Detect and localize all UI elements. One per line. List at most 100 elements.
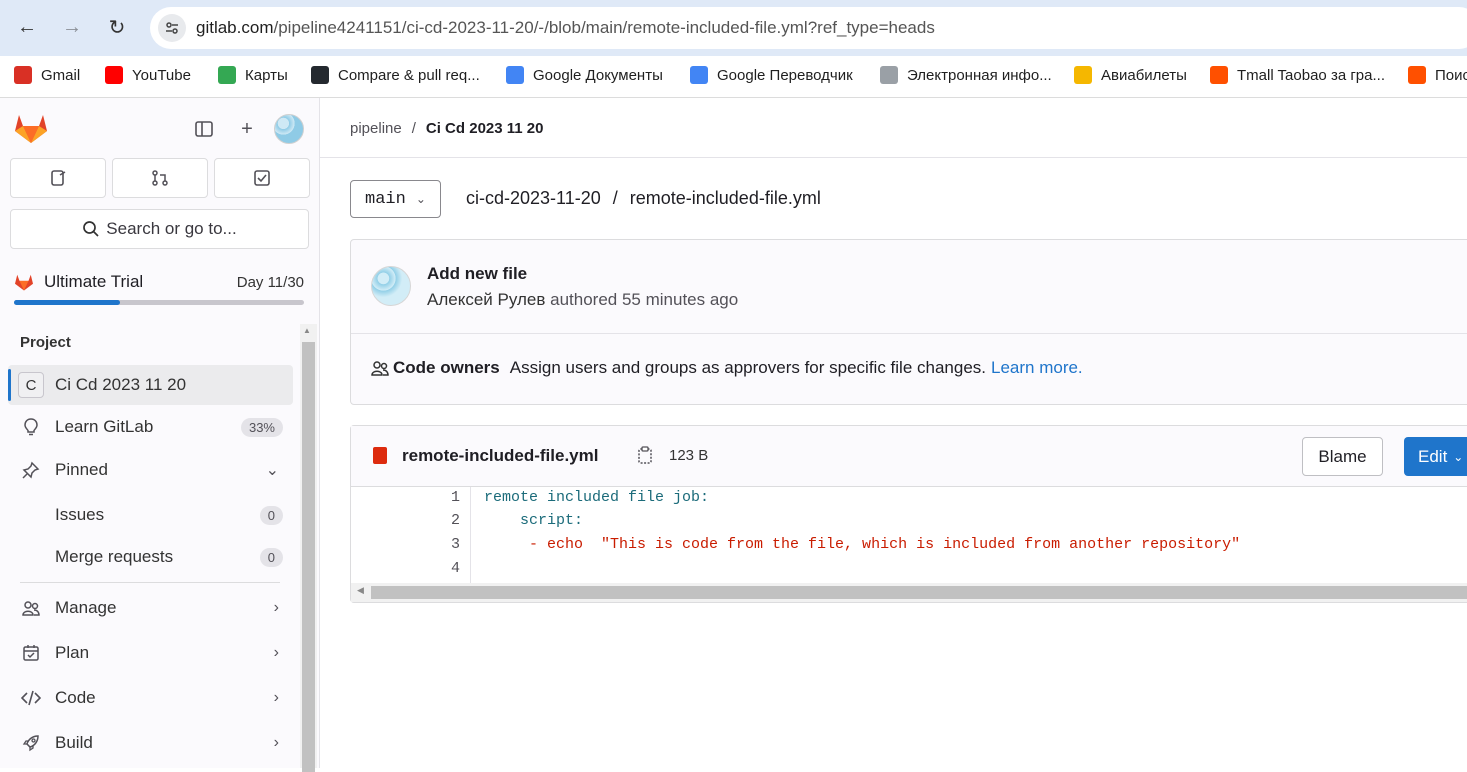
- sidebar-item-merge-requests[interactable]: Merge requests 0: [8, 537, 293, 577]
- bookmark-item[interactable]: Карты: [218, 66, 288, 84]
- url-text: gitlab.com/pipeline4241151/ci-cd-2023-11…: [196, 18, 935, 37]
- merge-requests-button[interactable]: [112, 158, 208, 198]
- code-horizontal-scrollbar[interactable]: ◀: [351, 583, 1467, 602]
- sidebar-item-issues[interactable]: Issues 0: [8, 495, 293, 535]
- docs-icon: [506, 66, 524, 84]
- bookmark-label: Gmail: [41, 66, 81, 84]
- sidebar-item-pinned[interactable]: Pinned ⌄: [8, 450, 293, 490]
- code-line: script:: [484, 512, 584, 529]
- count-badge: 0: [259, 547, 283, 567]
- calendar-icon: [18, 640, 44, 666]
- plus-icon[interactable]: +: [236, 118, 258, 140]
- sidebar-item-manage[interactable]: Manage ›: [8, 588, 293, 628]
- site-settings-icon[interactable]: [158, 14, 186, 42]
- bookmarks-bar: Gmail YouTube Карты Compare & pull req... Go…: [0, 56, 1467, 98]
- todo-button[interactable]: [214, 158, 310, 198]
- bookmark-item[interactable]: Tmall Taobao за гра...: [1210, 66, 1385, 84]
- scrollbar-thumb[interactable]: [302, 342, 315, 772]
- commit-author[interactable]: Алексей Рулев: [427, 290, 545, 309]
- users-icon: [18, 595, 44, 621]
- bookmark-item[interactable]: Google Документы: [506, 66, 663, 84]
- line-number[interactable]: 4: [451, 560, 460, 577]
- sidebar-item-plan[interactable]: Plan ›: [8, 633, 293, 673]
- sidebar-item-label: Issues: [55, 505, 105, 524]
- count-badge: 0: [259, 505, 283, 525]
- line-number[interactable]: 3: [451, 536, 460, 553]
- bookmark-item[interactable]: Gmail: [14, 66, 80, 84]
- scroll-left-icon[interactable]: ◀: [357, 585, 364, 596]
- bookmark-item[interactable]: Поис: [1408, 66, 1467, 84]
- tmall-icon: [1210, 66, 1228, 84]
- collapse-sidebar-icon[interactable]: [193, 118, 215, 140]
- header-divider: [320, 157, 1467, 158]
- trial-widget[interactable]: Ultimate Trial Day 11/30: [14, 272, 304, 305]
- code-icon: [18, 685, 44, 711]
- learn-more-link[interactable]: Learn more.: [991, 358, 1083, 378]
- merge-request-icon: [152, 170, 168, 186]
- commit-author-avatar[interactable]: [371, 266, 411, 306]
- back-icon[interactable]: ←: [16, 16, 38, 38]
- scrollbar-thumb[interactable]: [371, 586, 1467, 599]
- trial-day: Day 11/30: [236, 273, 304, 291]
- edit-label: Edit: [1418, 446, 1448, 466]
- sidebar-item-label: Plan: [55, 643, 90, 662]
- bookmark-item[interactable]: Compare & pull req...: [311, 66, 480, 84]
- commit-title[interactable]: Add new file: [427, 264, 527, 284]
- branch-selector[interactable]: main ⌄: [350, 180, 441, 218]
- sidebar-item-build[interactable]: Build ›: [8, 723, 293, 763]
- main-content: pipeline / Ci Cd 2023 11 20 main ⌄ ci-cd…: [320, 98, 1467, 768]
- sidebar-item-label: Pinned: [55, 460, 108, 479]
- chevron-right-icon: ›: [273, 734, 279, 751]
- breadcrumb-group[interactable]: pipeline: [350, 120, 402, 137]
- breadcrumb-separator: /: [411, 120, 416, 137]
- search-icon: [83, 221, 99, 237]
- file-name: remote-included-file.yml: [402, 446, 599, 465]
- sidebar-item-label: Learn GitLab: [55, 417, 154, 436]
- progress-badge: 33%: [240, 417, 283, 437]
- forward-icon[interactable]: →: [61, 16, 83, 38]
- bookmark-label: Tmall Taobao за гра...: [1237, 66, 1385, 84]
- line-number[interactable]: 1: [451, 489, 460, 506]
- sidebar-item-label: Manage: [55, 598, 117, 617]
- line-number[interactable]: 2: [451, 512, 460, 529]
- trial-progress-bar: [14, 300, 304, 305]
- translate-icon: [690, 66, 708, 84]
- chevron-right-icon: ›: [273, 689, 279, 706]
- blame-button[interactable]: Blame: [1302, 437, 1383, 476]
- code-owners-text: Assign users and groups as approvers for…: [509, 358, 986, 377]
- bookmark-label: Авиабилеты: [1101, 66, 1187, 84]
- scroll-up-icon[interactable]: ▲: [303, 326, 311, 335]
- bookmark-item[interactable]: YouTube: [105, 66, 191, 84]
- code-view[interactable]: 1 2 3 4 remote included file job: script…: [351, 487, 1467, 583]
- project-avatar: C: [18, 372, 44, 398]
- code-owners-label: Code owners: [393, 358, 500, 377]
- code-owners-row: Code owners Assign users and groups as a…: [371, 358, 1083, 378]
- reload-icon[interactable]: ↻: [106, 16, 128, 39]
- user-avatar[interactable]: [274, 114, 304, 144]
- gitlab-logo-icon[interactable]: [14, 112, 48, 144]
- bookmark-item[interactable]: Google Переводчик: [690, 66, 853, 84]
- sidebar-item-learn-gitlab[interactable]: Learn GitLab 33%: [8, 407, 293, 447]
- bookmark-label: Google Документы: [533, 66, 663, 84]
- search-button[interactable]: Search or go to...: [10, 209, 309, 249]
- sidebar-item-code[interactable]: Code ›: [8, 678, 293, 718]
- trial-label: Ultimate Trial: [44, 272, 144, 291]
- file-icon: [373, 447, 387, 464]
- path-repo[interactable]: ci-cd-2023-11-20: [466, 188, 601, 209]
- last-commit-panel: Add new file Алексей Рулев authored 55 m…: [350, 239, 1467, 405]
- assigned-issues-button[interactable]: [10, 158, 106, 198]
- bookmark-item[interactable]: Авиабилеты: [1074, 66, 1187, 84]
- sidebar-item-project[interactable]: C Ci Cd 2023 11 20: [8, 365, 293, 405]
- bookmark-item[interactable]: Электронная инфо...: [880, 66, 1052, 84]
- code-line: - echo "This is code from the file, whic…: [484, 536, 1241, 553]
- edit-button[interactable]: Edit ⌄: [1404, 437, 1467, 476]
- sidebar-scrollbar[interactable]: ▲: [300, 324, 317, 772]
- thumbtack-icon: [18, 457, 44, 483]
- bookmark-label: Электронная инфо...: [907, 66, 1052, 84]
- path-separator: /: [612, 188, 618, 208]
- address-bar[interactable]: gitlab.com/pipeline4241151/ci-cd-2023-11…: [150, 7, 1467, 49]
- gmail-icon: [14, 66, 32, 84]
- copy-path-icon[interactable]: [637, 446, 653, 469]
- chevron-right-icon: ›: [273, 599, 279, 616]
- breadcrumb-project[interactable]: Ci Cd 2023 11 20: [426, 120, 544, 137]
